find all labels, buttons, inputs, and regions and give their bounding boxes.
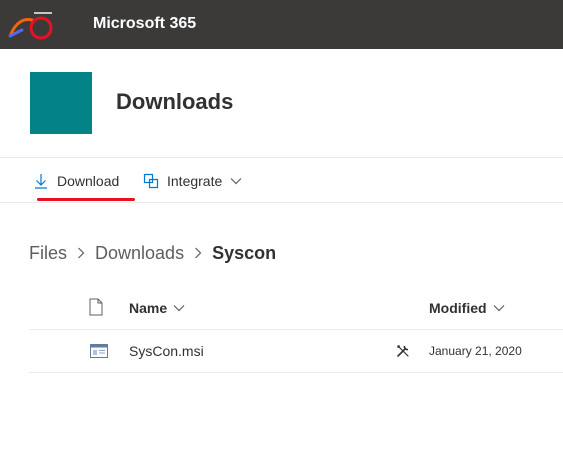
chevron-right-icon [78,247,85,259]
chevron-right-icon [195,247,202,259]
column-header-name[interactable]: Name [129,300,185,316]
integrate-button[interactable]: Integrate [143,170,242,192]
integrate-icon [143,173,159,189]
chevron-down-icon [230,178,242,185]
breadcrumb-item-files[interactable]: Files [29,243,67,264]
breadcrumb-item-downloads[interactable]: Downloads [95,243,184,264]
download-button[interactable]: Download [33,170,119,192]
app-title: Microsoft 365 [93,15,197,32]
divider [29,372,563,373]
divider [29,329,563,330]
logo-icon[interactable] [8,8,56,42]
msi-file-icon [90,344,108,358]
divider [0,157,563,158]
file-type-column-icon[interactable] [89,298,103,316]
chevron-down-icon [493,305,504,312]
integrate-label: Integrate [167,173,223,189]
top-bar: Microsoft 365 [0,0,563,49]
breadcrumb: Files Downloads Syscon [29,241,276,265]
download-label: Download [57,173,120,189]
site-logo-tile [30,72,92,134]
chevron-down-icon [173,305,185,312]
file-name[interactable]: SysCon.msi [129,343,204,359]
column-header-name-label: Name [129,300,168,316]
download-arrow-icon [35,174,47,189]
file-modified-date: January 21, 2020 [429,344,522,358]
tools-icon[interactable] [396,344,410,358]
column-header-modified-label: Modified [429,300,487,316]
active-command-underline [37,198,135,201]
column-header-modified[interactable]: Modified [429,300,505,316]
site-title: Downloads [116,89,234,114]
divider [0,202,563,203]
breadcrumb-item-syscon: Syscon [212,242,277,263]
